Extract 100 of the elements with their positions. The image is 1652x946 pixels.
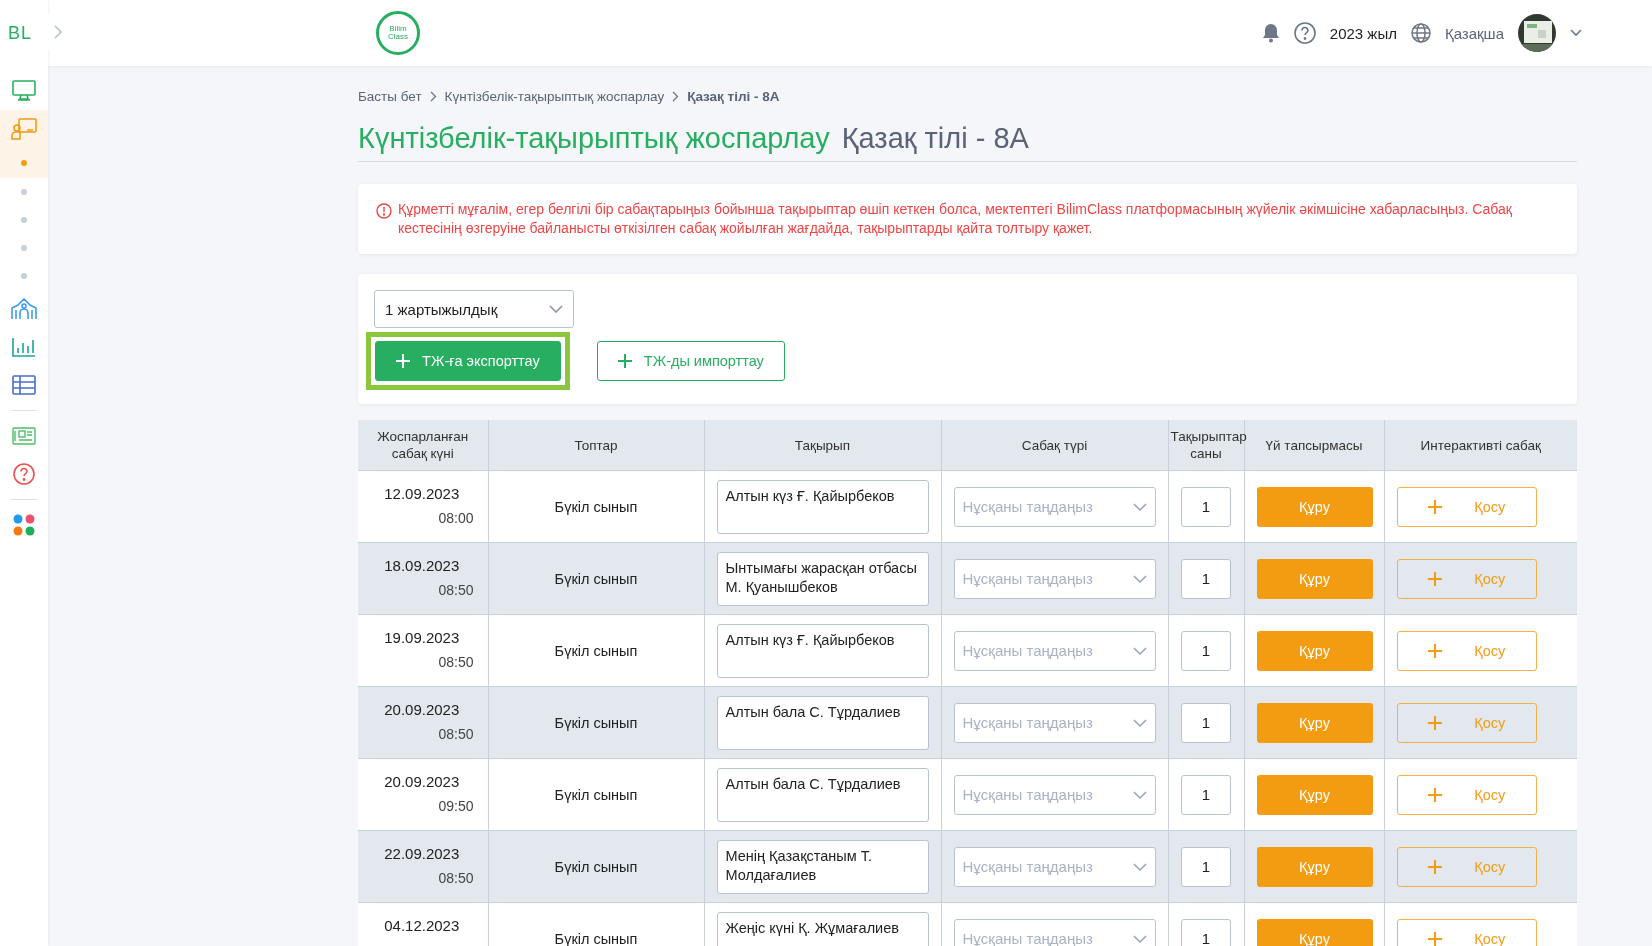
lesson-type-select[interactable]: Нұсқаны таңдаңыз (953, 558, 1156, 599)
breadcrumb-separator-icon (672, 90, 680, 102)
create-homework-button[interactable]: Құру (1256, 558, 1373, 599)
dropdown-chevron-icon (1132, 646, 1147, 655)
topic-count-field[interactable]: 1 (1181, 702, 1231, 743)
lesson-type-select[interactable]: Нұсқаны таңдаңыз (953, 486, 1156, 527)
apps-icon[interactable] (13, 514, 35, 536)
lesson-time: 09:50 (437, 798, 474, 815)
lesson-date: 04.12.2023 (383, 917, 461, 934)
dropdown-chevron-icon (1132, 862, 1147, 871)
add-interactive-button[interactable]: Қосу (1396, 918, 1537, 946)
lesson-date: 18.09.2023 (383, 557, 461, 574)
plus-icon (1427, 859, 1442, 874)
column-header: Сабақ түрі (941, 420, 1168, 471)
add-interactive-button[interactable]: Қосу (1396, 486, 1537, 527)
group-name: Бүкіл сынып (554, 714, 638, 731)
breadcrumb-link[interactable]: Басты бет (358, 88, 422, 104)
lesson-time: 08:50 (437, 726, 474, 743)
plus-icon (1427, 499, 1442, 514)
newspaper-icon[interactable] (12, 427, 36, 445)
dropdown-chevron-icon (1132, 934, 1147, 943)
monitor-icon[interactable] (12, 80, 36, 102)
lesson-type-select[interactable]: Нұсқаны таңдаңыз (953, 630, 1156, 671)
import-button[interactable]: ТЖ-ды импорттау (596, 341, 785, 381)
globe-icon[interactable] (1410, 23, 1431, 43)
notification-bell-icon[interactable] (1261, 23, 1280, 43)
sidebar-item[interactable] (0, 110, 48, 148)
group-name: Бүкіл сынып (554, 930, 638, 946)
add-interactive-button[interactable]: Қосу (1396, 846, 1537, 887)
plus-icon (1427, 643, 1442, 658)
topic-count-field[interactable]: 1 (1181, 486, 1231, 527)
dropdown-chevron-icon[interactable] (1570, 29, 1582, 37)
language-selector[interactable]: Қазақша (1444, 24, 1504, 42)
export-button[interactable]: ТЖ-ға экспорттау (375, 341, 561, 381)
page-title: Күнтізбелік-тақырыптық жоспарлау (358, 122, 830, 155)
topic-field[interactable]: Менің Қазақстаным Т. Молдағалиев (716, 839, 929, 894)
alert-message: Құрметті мұғалім, егер белгілі бір сабақтарыңыз бойынша тақырыптар өшіп кеткен болса, мектептегі BilimClass платформасының жүйелік әкімшісіне хабарласыңыз. Сабақ кестесінің өзгеруіне байланысты өткізілген сабақ жойылған жағдайда, тақырыптарды қайта толтыру қажет. (398, 200, 1513, 238)
create-homework-button[interactable]: Құру (1256, 630, 1373, 671)
lesson-time: 08:50 (437, 870, 474, 887)
group-name: Бүкіл сынып (554, 642, 638, 659)
add-interactive-button[interactable]: Қосу (1396, 558, 1537, 599)
topic-count-field[interactable]: 1 (1181, 558, 1231, 599)
lesson-date: 12.09.2023 (383, 485, 461, 502)
plus-icon (617, 354, 632, 368)
topic-field[interactable]: Ынтымағы жарасқан отбасы М. Қуанышбеков (716, 551, 929, 606)
sidebar-subitem[interactable] (0, 148, 48, 178)
lesson-time: 08:50 (437, 654, 474, 671)
create-homework-button[interactable]: Құру (1256, 702, 1373, 743)
info-icon (376, 203, 392, 219)
topic-count-field[interactable]: 1 (1181, 918, 1231, 946)
lesson-type-select[interactable]: Нұсқаны таңдаңыз (953, 702, 1156, 743)
help-icon[interactable] (1293, 22, 1316, 44)
bilimclass-logo[interactable]: Bilim Class (376, 11, 420, 55)
topic-field[interactable]: Алтын бала С. Тұрдалиев (716, 695, 929, 750)
lesson-time: 08:50 (437, 582, 474, 599)
topic-field[interactable]: Алтын күз Ғ. Қайырбеков (716, 623, 929, 678)
page-subtitle: Қазақ тілі - 8А (841, 122, 1029, 155)
school-year[interactable]: 2023 жыл (1329, 24, 1397, 42)
add-interactive-button[interactable]: Қосу (1396, 630, 1537, 671)
group-name: Бүкіл сынып (554, 570, 638, 587)
lesson-type-select[interactable]: Нұсқаны таңдаңыз (953, 774, 1156, 815)
dropdown-chevron-icon (1132, 574, 1147, 583)
bar-chart-icon[interactable] (12, 337, 36, 357)
breadcrumb-link[interactable]: Қазақ тілі - 8А (687, 88, 780, 104)
plus-icon (1427, 715, 1442, 730)
group-name: Бүкіл сынып (554, 498, 638, 515)
column-header: Тақырып (704, 420, 941, 471)
group-name: Бүкіл сынып (554, 858, 638, 875)
create-homework-button[interactable]: Құру (1256, 486, 1373, 527)
topic-count-field[interactable]: 1 (1181, 630, 1231, 671)
plus-icon (1427, 931, 1442, 946)
group-name: Бүкіл сынып (554, 786, 638, 803)
topic-field[interactable]: Жеңіс күні Қ. Жұмағалиев (716, 911, 929, 946)
semester-select[interactable]: 1 жартыжылдық (374, 290, 574, 328)
dropdown-chevron-icon (1132, 502, 1147, 511)
topic-count-field[interactable]: 1 (1181, 846, 1231, 887)
plus-icon (396, 354, 410, 368)
add-interactive-button[interactable]: Қосу (1396, 702, 1537, 743)
breadcrumb-link[interactable]: Күнтізбелік-тақырыптық жоспарлау (444, 88, 665, 104)
logo-text[interactable]: BL (8, 22, 33, 44)
lesson-date: 22.09.2023 (383, 845, 461, 862)
column-header: Топтар (488, 420, 704, 471)
lesson-date: 20.09.2023 (383, 701, 461, 718)
create-homework-button[interactable]: Құру (1256, 918, 1373, 946)
table-icon[interactable] (12, 375, 36, 395)
dropdown-chevron-icon (1132, 790, 1147, 799)
topic-field[interactable]: Алтын күз Ғ. Қайырбеков (716, 479, 929, 534)
topic-count-field[interactable]: 1 (1181, 774, 1231, 815)
create-homework-button[interactable]: Құру (1256, 774, 1373, 815)
presentation-icon[interactable] (11, 118, 37, 140)
lesson-date: 19.09.2023 (383, 629, 461, 646)
topic-field[interactable]: Алтын бала С. Тұрдалиев (716, 767, 929, 822)
school-building-icon[interactable] (11, 298, 37, 320)
column-header: Жоспарланған сабақ күні (358, 420, 488, 471)
create-homework-button[interactable]: Құру (1256, 846, 1373, 887)
plus-icon (1427, 571, 1442, 586)
help-icon[interactable] (13, 463, 35, 485)
add-interactive-button[interactable]: Қосу (1396, 774, 1537, 815)
lesson-type-select[interactable]: Нұсқаны таңдаңыз (953, 846, 1156, 887)
column-header: Интерактивті сабақ (1384, 420, 1577, 471)
